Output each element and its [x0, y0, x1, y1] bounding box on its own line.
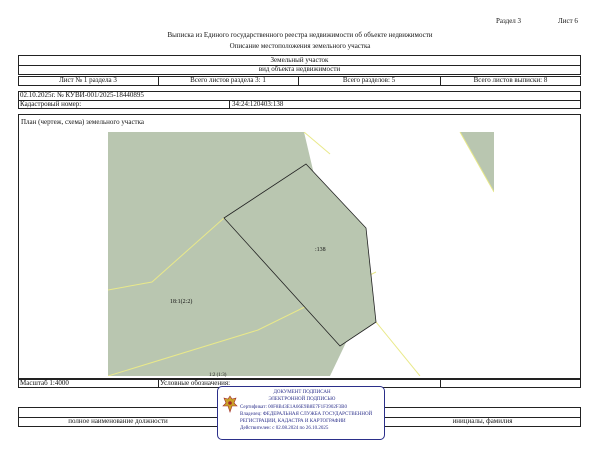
- electronic-signature-stamp: ДОКУМЕНТ ПОДПИСАН ЭЛЕКТРОННОЙ ПОДПИСЬЮ С…: [217, 386, 385, 440]
- stamp-line2: ЭЛЕКТРОННОЙ ПОДПИСЬЮ: [268, 397, 336, 402]
- cadastral-map: [108, 132, 494, 376]
- stamp-owner: Владелец: ФЕДЕРАЛЬНАЯ СЛУЖБА ГОСУДАРСТВЕ…: [240, 412, 373, 417]
- cadastral-number: 34:24:120403:138: [232, 100, 284, 108]
- parcel-label: :138: [315, 247, 326, 253]
- document-title: Выписка из Единого государственного реес…: [167, 31, 433, 39]
- scale-label: Масштаб 1:4000: [20, 379, 69, 387]
- initials-label: инициалы, фамилия: [452, 417, 513, 425]
- total-sheets-extract: Всего листов выписки: 8: [473, 76, 548, 84]
- stamp-cert: Сертификат: 00F8B43E1A66E9B8E7F1F3902F3B…: [240, 405, 347, 410]
- sheet-of-section: Лист № 1 раздела 3: [59, 76, 117, 84]
- extract-date-number: 02.10.2025г. № КУВИ-001/2025-18440895: [20, 91, 144, 99]
- object-type: Земельный участок: [270, 56, 329, 64]
- object-type-caption: вид объекта недвижимости: [258, 65, 341, 73]
- plan-caption: План (чертеж, схема) земельного участка: [21, 118, 145, 126]
- document-subtitle: Описание местоположения земельного участ…: [229, 42, 371, 50]
- stamp-owner2: РЕГИСТРАЦИИ, КАДАСТРА И КАРТОГРАФИИ: [240, 419, 346, 424]
- total-sheets-section: Всего листов раздела 3: 1: [190, 76, 266, 84]
- position-label: полное наименование должности: [68, 417, 168, 425]
- neighbor-label: 18:1(2:2): [170, 299, 193, 305]
- section-number: Раздел 3: [496, 17, 522, 25]
- sheet-number: Лист 6: [558, 17, 578, 25]
- stamp-line1: ДОКУМЕНТ ПОДПИСАН: [273, 390, 331, 395]
- cadastral-label: Кадастровый номер:: [20, 100, 82, 108]
- total-sections: Всего разделов: 5: [342, 76, 396, 84]
- stamp-valid: Действителен: с 02.08.2024 по 26.10.2025: [240, 426, 329, 431]
